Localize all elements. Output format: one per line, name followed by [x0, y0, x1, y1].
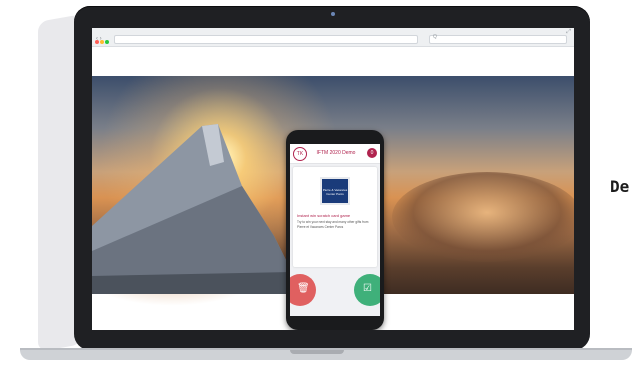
search-input[interactable]: Q [429, 34, 567, 44]
laptop-notch [290, 350, 344, 354]
address-bar[interactable] [114, 35, 418, 44]
trash-icon: 🗑 [297, 283, 310, 294]
laptop-screen: ‹ › Q ⤢ TK IFTM 2020 Demo 0 Pierre & Vac… [92, 28, 574, 330]
side-heading: De [610, 177, 630, 196]
accept-button[interactable]: ☑ [354, 274, 380, 306]
app-header: TK IFTM 2020 Demo 0 [290, 144, 380, 164]
phone-mockup: TK IFTM 2020 Demo 0 Pierre & Vacances Ce… [286, 130, 384, 330]
resize-icon[interactable]: ⤢ [566, 29, 571, 36]
maximize-dot[interactable] [105, 40, 109, 44]
user-badge[interactable]: TK [293, 147, 307, 161]
back-forward-icons[interactable]: ‹ › [96, 36, 102, 42]
hero-image: TK IFTM 2020 Demo 0 Pierre & Vacances Ce… [92, 76, 574, 330]
app-title: IFTM 2020 Demo [316, 150, 356, 156]
camera-dot [331, 12, 335, 16]
phone-screen: TK IFTM 2020 Demo 0 Pierre & Vacances Ce… [290, 144, 380, 316]
check-card-icon: ☑ [363, 283, 372, 294]
card-body: Try to win your next stay and many other… [297, 220, 369, 229]
browser-toolbar: ‹ › Q ⤢ [92, 28, 574, 47]
counter-badge[interactable]: 0 [367, 148, 377, 158]
card-title: Instant win scratch card game [297, 213, 351, 218]
delete-button[interactable]: 🗑 [290, 274, 316, 306]
brand-logo: Pierre & Vacances Center Parcs [320, 177, 350, 205]
offer-card[interactable]: Pierre & Vacances Center Parcs Instant w… [293, 167, 377, 267]
search-icon: Q [433, 34, 437, 40]
